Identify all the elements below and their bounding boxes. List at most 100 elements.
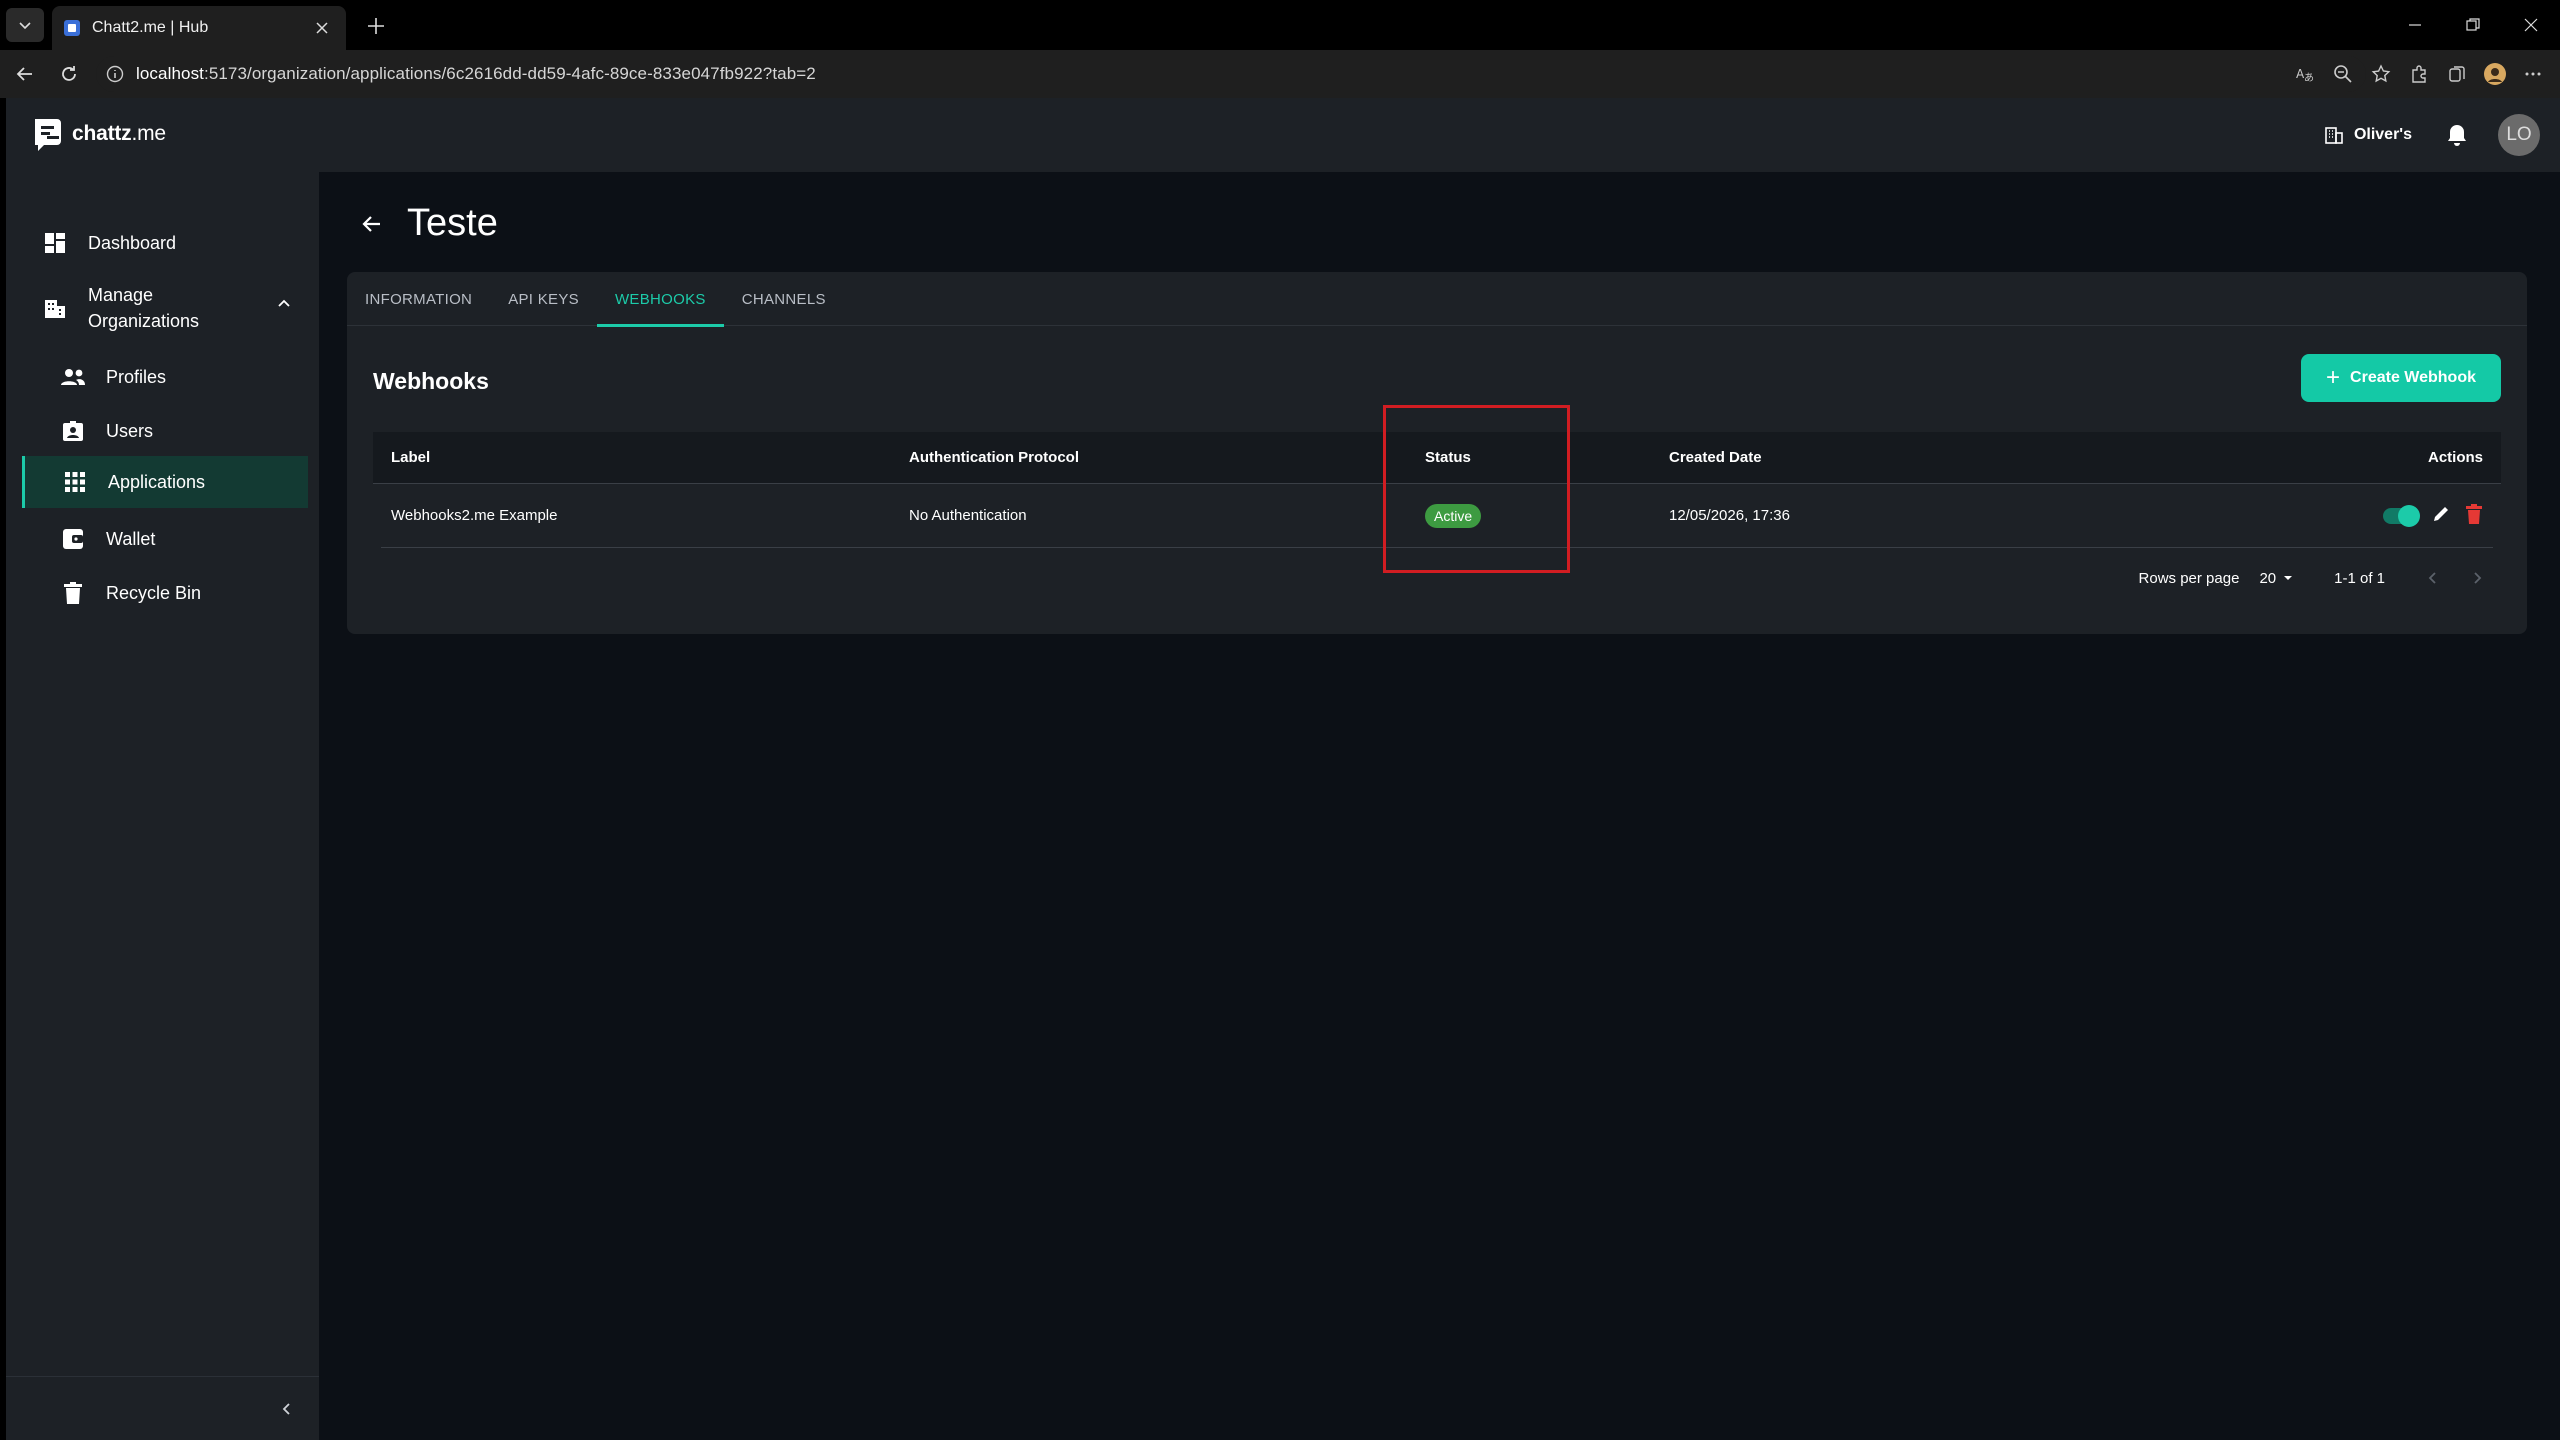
- manage-label-line1: Manage: [88, 285, 154, 305]
- sidebar-item-recycle-bin[interactable]: Recycle Bin: [60, 580, 201, 606]
- close-window-button[interactable]: [2502, 0, 2560, 50]
- sidebar-item-label: Dashboard: [88, 232, 177, 253]
- close-icon: [2524, 18, 2538, 32]
- cell-created: 12/05/2026, 17:36: [1669, 507, 1790, 524]
- chattz-logo-icon: [35, 119, 61, 151]
- page-navigation: [2419, 564, 2501, 592]
- chevron-up-icon[interactable]: [276, 296, 292, 317]
- reload-button[interactable]: [52, 58, 86, 90]
- settings-more-button[interactable]: [2516, 58, 2550, 90]
- browser-tabbar: Chatt2.me | Hub: [0, 0, 2560, 50]
- previous-page-button[interactable]: [2419, 564, 2447, 592]
- people-icon: [60, 364, 86, 390]
- pencil-icon: [2434, 506, 2448, 521]
- create-webhook-label: Create Webhook: [2350, 369, 2476, 386]
- star-icon: [2371, 64, 2391, 83]
- page-title: Teste: [407, 202, 498, 244]
- user-avatar[interactable]: LO: [2498, 114, 2540, 156]
- caret-down-icon: [2284, 576, 2293, 580]
- translate-button[interactable]: Aあ: [2288, 58, 2322, 90]
- url-text: localhost:5173/organization/applications…: [136, 64, 816, 84]
- sidebar-item-label: Profiles: [106, 366, 167, 387]
- browser-toolbar: localhost:5173/organization/applications…: [0, 50, 2560, 98]
- new-tab-button[interactable]: [360, 10, 392, 42]
- edit-button[interactable]: [2431, 504, 2451, 528]
- sidebar-item-profiles[interactable]: Profiles: [60, 364, 166, 390]
- pagination-range: 1-1 of 1: [2334, 569, 2385, 587]
- column-header-created[interactable]: Created Date: [1669, 449, 2269, 466]
- minimize-icon: [2409, 24, 2421, 26]
- svg-text:あ: あ: [2304, 72, 2314, 84]
- delete-button[interactable]: [2465, 503, 2483, 528]
- url-path: :5173/organization/applications/6c2616dd…: [204, 64, 816, 83]
- profile-button[interactable]: [2478, 58, 2512, 90]
- sidebar: Dashboard Manage Organizations Profiles …: [6, 172, 319, 1440]
- sidebar-item-label: Applications: [108, 471, 206, 492]
- rows-per-page-value: 20: [2259, 569, 2277, 587]
- chevron-right-icon: [2474, 572, 2482, 584]
- create-webhook-button[interactable]: + Create Webhook: [2301, 354, 2501, 402]
- cell-actions: [2269, 503, 2493, 528]
- cell-auth: No Authentication: [909, 507, 1027, 524]
- sidebar-item-label: Users: [106, 420, 154, 441]
- back-button[interactable]: [355, 207, 389, 241]
- minimize-button[interactable]: [2386, 0, 2444, 50]
- app-logo[interactable]: chattz.me: [32, 116, 166, 152]
- sidebar-item-label: Manage Organizations: [88, 282, 199, 334]
- header-actions: Oliver's LO: [2324, 114, 2540, 156]
- notifications-button[interactable]: [2446, 123, 2468, 147]
- tab-channels[interactable]: CHANNELS: [724, 272, 844, 326]
- column-header-label[interactable]: Label: [373, 449, 909, 466]
- browser-toolbar-icons: Aあ: [2288, 58, 2550, 90]
- enable-toggle[interactable]: [2383, 504, 2420, 527]
- restore-button[interactable]: [2444, 0, 2502, 50]
- url-host: localhost: [136, 64, 204, 83]
- organization-switcher[interactable]: Oliver's: [2324, 125, 2412, 145]
- sidebar-item-label: Recycle Bin: [106, 582, 202, 603]
- extensions-button[interactable]: [2402, 58, 2436, 90]
- translate-icon: Aあ: [2296, 67, 2314, 84]
- next-page-button[interactable]: [2463, 564, 2491, 592]
- page-header: Teste: [355, 202, 498, 245]
- close-tab-button[interactable]: [310, 16, 334, 40]
- app-logo-text: chattz.me: [72, 122, 166, 146]
- close-icon: [316, 22, 328, 34]
- tab-list-button[interactable]: [6, 8, 44, 42]
- chevron-left-icon: [2428, 572, 2436, 584]
- status-highlight-box: [1383, 405, 1570, 573]
- sidebar-item-wallet[interactable]: Wallet: [60, 526, 155, 552]
- chevron-left-icon: [282, 1403, 290, 1415]
- plus-icon: [368, 18, 384, 34]
- collapse-sidebar-button[interactable]: [277, 1399, 297, 1419]
- rows-per-page-select[interactable]: 20: [2259, 570, 2294, 587]
- bell-icon: [2448, 125, 2466, 146]
- sidebar-item-dashboard[interactable]: Dashboard: [42, 230, 176, 256]
- application-tabs: INFORMATION API KEYS WEBHOOKS CHANNELS: [347, 272, 2527, 327]
- tab-webhooks[interactable]: WEBHOOKS: [596, 272, 724, 327]
- plus-icon: +: [2326, 364, 2341, 391]
- manage-label-line2: Organizations: [88, 311, 200, 331]
- apps-grid-icon: [62, 469, 88, 495]
- zoom-button[interactable]: [2326, 58, 2360, 90]
- browser-tab[interactable]: Chatt2.me | Hub: [52, 6, 346, 50]
- sidebar-item-applications[interactable]: Applications: [62, 469, 205, 495]
- app-header: chattz.me Oliver's LO: [6, 98, 2560, 172]
- column-header-auth[interactable]: Authentication Protocol: [909, 449, 1425, 466]
- arrow-left-icon: [362, 215, 380, 232]
- favorite-button[interactable]: [2364, 58, 2398, 90]
- favicon-icon: [64, 20, 80, 36]
- building-icon: [2325, 127, 2343, 144]
- restore-icon: [2466, 18, 2480, 31]
- trash-icon: [60, 580, 86, 606]
- tab-api-keys[interactable]: API KEYS: [490, 272, 597, 326]
- rows-per-page-label: Rows per page: [2138, 569, 2240, 587]
- sidebar-item-users[interactable]: Users: [60, 418, 153, 444]
- dashboard-icon: [42, 230, 68, 256]
- logo-text-bold: chattz: [72, 122, 132, 145]
- tab-information[interactable]: INFORMATION: [347, 272, 490, 326]
- collections-button[interactable]: [2440, 58, 2474, 90]
- collections-icon: [2449, 66, 2465, 82]
- address-bar[interactable]: localhost:5173/organization/applications…: [96, 56, 2366, 92]
- back-nav-button[interactable]: [8, 58, 42, 90]
- sidebar-item-manage-organizations[interactable]: Manage Organizations: [42, 282, 292, 334]
